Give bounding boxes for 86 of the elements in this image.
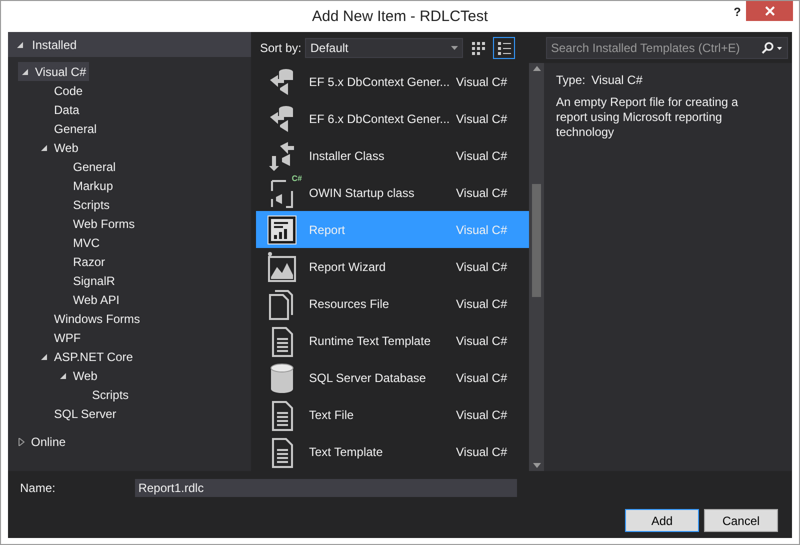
template-language: Visual C#	[456, 112, 508, 126]
template-item[interactable]: EF 5.x DbContext Gener... Visual C#	[256, 63, 529, 100]
type-value: Visual C#	[591, 73, 642, 87]
sort-dropdown[interactable]: Default	[305, 38, 464, 58]
section-header[interactable]: Installed	[8, 32, 251, 57]
cancel-button[interactable]: Cancel	[704, 509, 778, 532]
template-name: OWIN Startup class	[309, 186, 416, 200]
scroll-up-icon[interactable]	[532, 66, 540, 71]
dropdown-caret-icon	[451, 46, 458, 50]
tree-item[interactable]: Markup	[56, 176, 116, 195]
template-language: Visual C#	[456, 296, 508, 310]
section-header[interactable]: Online	[14, 432, 69, 451]
template-language: Visual C#	[456, 186, 508, 200]
tree-item[interactable]: ASP.NET Core	[37, 347, 136, 366]
tree-item[interactable]: SQL Server	[37, 404, 120, 423]
template-language: Visual C#	[456, 370, 508, 384]
template-name: Installer Class	[309, 148, 386, 162]
template-name: Text Template	[309, 444, 384, 458]
template-language: Visual C#	[456, 260, 508, 274]
tree-item[interactable]: MVC	[56, 233, 103, 252]
search-icon	[761, 42, 783, 54]
template-name: SQL Server Database	[309, 370, 427, 384]
window-title: Add New Item - RDLCTest	[312, 8, 488, 25]
template-item[interactable]: Text File Visual C#	[256, 396, 529, 433]
template-description: An empty Report file for creating a report using Microsoft reporting technology	[556, 95, 740, 140]
expanded-triangle-icon[interactable]	[40, 144, 48, 152]
tree-item[interactable]: Data	[37, 100, 82, 119]
tree-item[interactable]: WPF	[37, 328, 84, 347]
template-item[interactable]: Installer Class Visual C#	[256, 137, 529, 174]
close-button[interactable]	[746, 1, 793, 21]
tree-item[interactable]: General	[56, 157, 119, 176]
template-language: Visual C#	[456, 444, 508, 458]
tree-item[interactable]: General	[37, 119, 100, 138]
template-item[interactable]: EF 6.x DbContext Gener... Visual C#	[256, 100, 529, 137]
tree-item[interactable]: Razor	[56, 252, 108, 271]
tree-item[interactable]: Code	[37, 81, 86, 100]
tree-item[interactable]: Visual C#	[18, 62, 90, 81]
close-icon	[764, 6, 774, 16]
template-item[interactable]: Resources File Visual C#	[256, 285, 529, 322]
template-name: Report Wizard	[309, 260, 387, 274]
template-item[interactable]: SQL Server Database Visual C#	[256, 359, 529, 396]
name-label: Name:	[20, 481, 56, 495]
name-field[interactable]: Report1.rdlc	[135, 479, 518, 497]
help-button[interactable]: ?	[734, 5, 741, 19]
list-icon	[497, 40, 512, 54]
template-language: Visual C#	[456, 408, 508, 422]
csharp-label: C#	[292, 174, 302, 182]
report-icon	[266, 214, 298, 246]
template-item[interactable]: Runtime Text Template Visual C#	[256, 322, 529, 359]
search-field[interactable]: Search Installed Templates (Ctrl+E)	[546, 36, 788, 58]
template-name: Resources File	[309, 296, 390, 310]
scrollbar-thumb[interactable]	[532, 184, 541, 297]
template-name: Runtime Text Template	[309, 334, 432, 348]
collapsed-triangle-icon[interactable]	[17, 438, 25, 446]
template-name: Report	[309, 222, 346, 236]
expanded-triangle-icon[interactable]	[21, 68, 29, 76]
template-language: Visual C#	[456, 222, 508, 236]
template-item[interactable]: Text Template Visual C#	[256, 433, 529, 470]
section-label: Installed	[32, 38, 77, 52]
scroll-down-icon[interactable]	[532, 463, 540, 468]
type-label: Type:	[556, 73, 586, 87]
tree-item[interactable]: Scripts	[56, 195, 113, 214]
tree-item[interactable]: SignalR	[56, 271, 118, 290]
template-name: EF 5.x DbContext Gener...	[309, 74, 451, 88]
vertical-scrollbar[interactable]	[529, 63, 544, 471]
template-language: Visual C#	[456, 74, 508, 88]
template-item[interactable]: C# OWIN Startup class Visual C#	[256, 174, 529, 211]
add-button[interactable]: Add	[625, 509, 699, 532]
template-language: Visual C#	[456, 148, 508, 162]
tree-item[interactable]: Scripts	[75, 385, 132, 404]
tree-item[interactable]: Web	[37, 138, 82, 157]
template-name: Text File	[309, 408, 355, 422]
expanded-triangle-icon[interactable]	[40, 352, 48, 360]
tree-item[interactable]: Web	[56, 366, 100, 385]
tree-item[interactable]: Windows Forms	[37, 309, 144, 328]
sort-label: Sort by:	[260, 40, 302, 54]
template-language: Visual C#	[456, 334, 508, 348]
tree-item[interactable]: Web Forms	[56, 214, 138, 233]
grid-icon	[471, 40, 486, 54]
expanded-triangle-icon[interactable]	[16, 40, 24, 48]
chart-picture-icon	[266, 250, 298, 282]
tree-item[interactable]: Web API	[56, 290, 122, 309]
expanded-triangle-icon[interactable]	[59, 372, 67, 380]
template-item[interactable]: Report Wizard Visual C#	[256, 248, 529, 285]
template-name: EF 6.x DbContext Gener...	[309, 112, 451, 126]
list-view-button[interactable]	[493, 36, 516, 58]
